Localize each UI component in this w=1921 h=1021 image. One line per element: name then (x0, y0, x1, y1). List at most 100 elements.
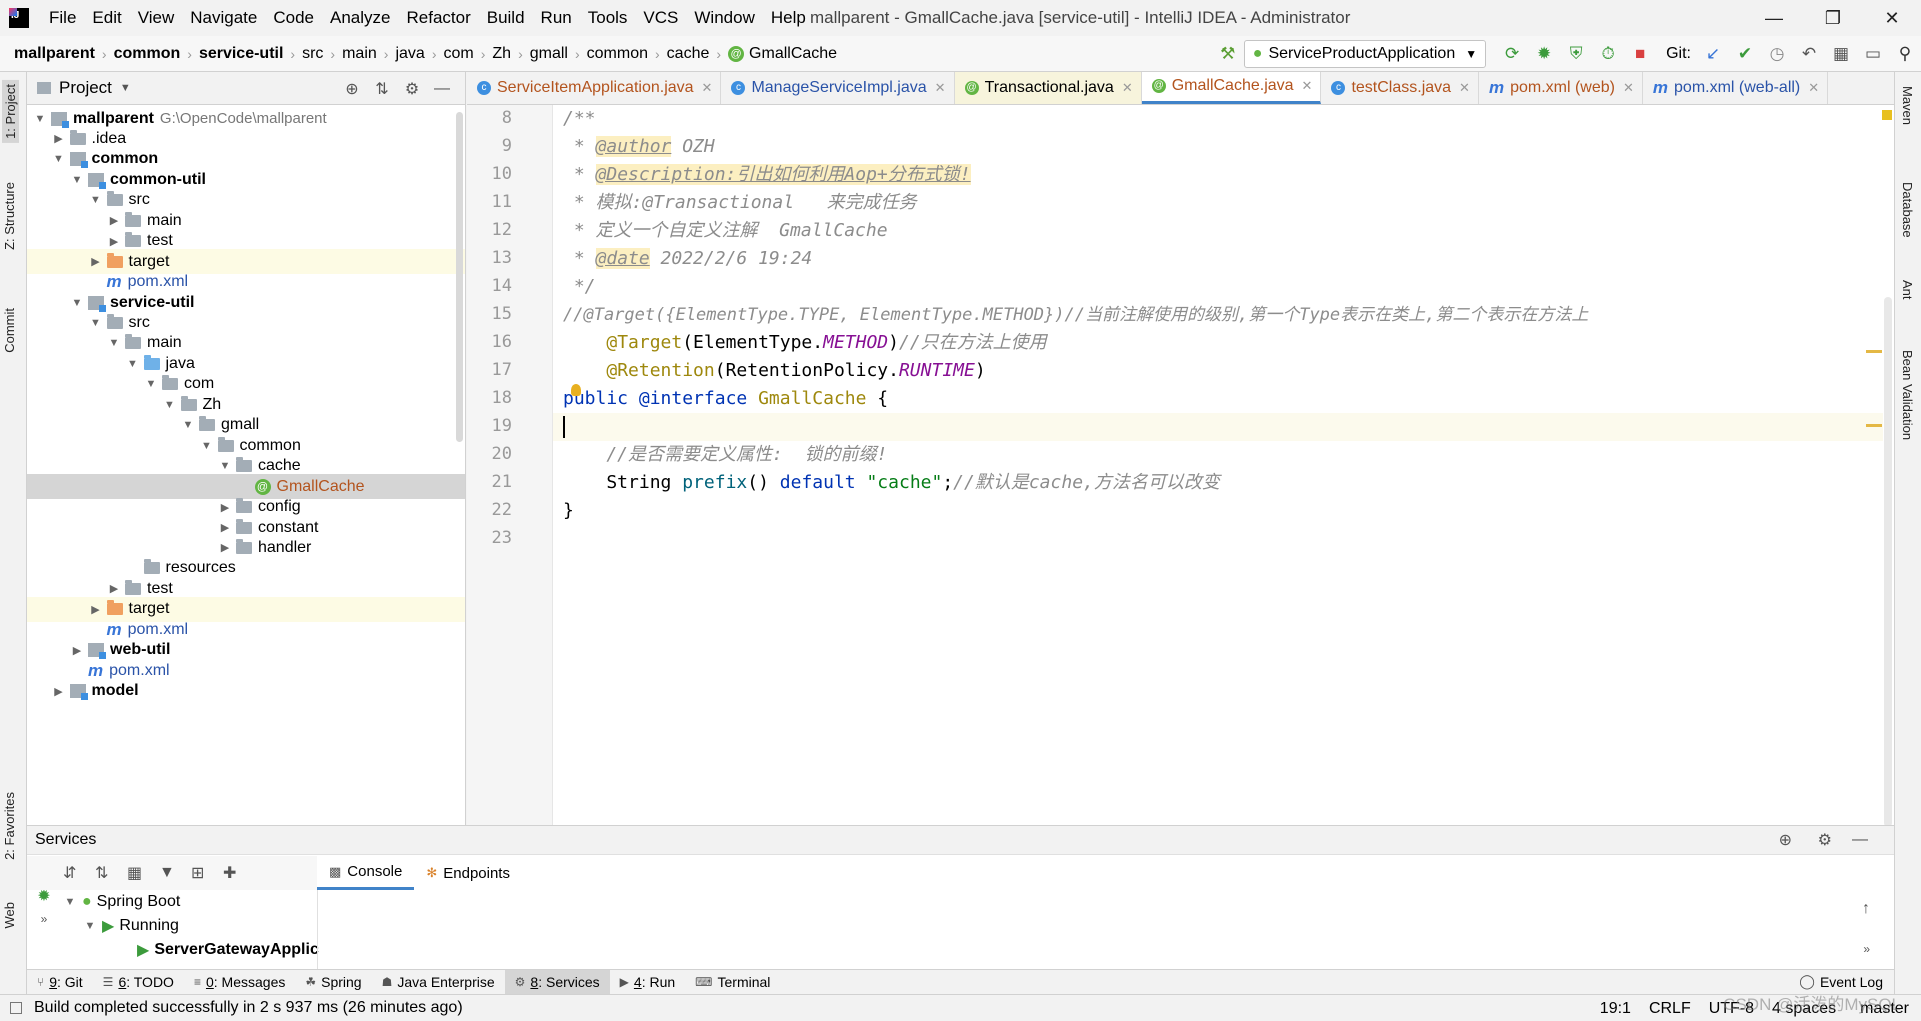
git-rollback-icon[interactable]: ↶ (1795, 40, 1823, 68)
chevron-right-icon[interactable]: ▶ (107, 235, 121, 248)
menu-file[interactable]: File (41, 0, 84, 36)
breadcrumb-item[interactable]: main (342, 45, 377, 63)
caret-position[interactable]: 19:1 (1600, 1000, 1631, 1018)
menu-window[interactable]: Window (686, 0, 762, 36)
chevron-down-icon[interactable]: ▼ (107, 337, 121, 349)
editor-tab[interactable]: m pom.xml (web) ✕ (1479, 72, 1643, 104)
chevron-down-icon[interactable]: ▼ (218, 460, 232, 472)
menu-vcs[interactable]: VCS (635, 0, 686, 36)
tab-structure[interactable]: Z: Structure (2, 182, 17, 250)
warning-stripe-icon[interactable] (1882, 110, 1892, 120)
chevron-right-icon[interactable]: ▶ (52, 132, 66, 145)
tool-window-button[interactable]: ⑂ 9: Git (27, 970, 93, 995)
hide-icon[interactable]: — (427, 80, 457, 98)
editor-tab[interactable]: @ Transactional.java ✕ (954, 72, 1142, 104)
collapse-all-icon[interactable]: ⇅ (367, 79, 397, 99)
tab-console[interactable]: ▩ Console (317, 856, 415, 890)
profile-icon[interactable]: ⏱ (1594, 40, 1622, 68)
code-area[interactable]: /** * @author OZH * @Description:引出如何利用A… (553, 105, 1883, 825)
tool-window-button[interactable]: ☰ 6: TODO (93, 970, 184, 995)
chevron-right-icon[interactable]: ▶ (218, 541, 232, 554)
menu-view[interactable]: View (130, 0, 183, 36)
restore-button[interactable]: ❐ (1804, 0, 1862, 36)
tool-window-button[interactable]: ⌨ Terminal (685, 970, 780, 995)
error-stripe-marker[interactable] (1866, 350, 1882, 353)
chevron-down-icon[interactable]: ▼ (144, 378, 158, 390)
globe-icon[interactable]: ⊕ (1779, 830, 1792, 850)
breadcrumb-item[interactable]: src (302, 45, 323, 63)
menu-navigate[interactable]: Navigate (182, 0, 265, 36)
breadcrumb-item[interactable]: @ GmallCache (728, 45, 837, 63)
editor-scrollbar[interactable] (1884, 297, 1892, 827)
menu-help[interactable]: Help (763, 0, 814, 36)
breadcrumb-item[interactable]: service-util (199, 45, 283, 63)
chevron-right-icon[interactable]: ▶ (218, 521, 232, 534)
search-icon[interactable]: ⚲ (1891, 40, 1919, 68)
expand-all-icon[interactable]: ⇵ (63, 863, 95, 883)
tree-item-gateway[interactable]: ▶ ServerGatewayApplic (137, 938, 319, 962)
breadcrumb-item[interactable]: mallparent (14, 45, 95, 63)
chevron-right-icon[interactable]: ▶ (89, 603, 103, 616)
tree-item-running[interactable]: ▼ ▶ Running (83, 914, 179, 938)
gear-icon[interactable]: ⚙ (397, 79, 427, 99)
error-stripe-marker[interactable] (1866, 424, 1882, 427)
menu-build[interactable]: Build (479, 0, 533, 36)
breadcrumb-item[interactable]: com (443, 45, 473, 63)
chevron-right-icon[interactable]: ▶ (89, 255, 103, 268)
git-history-icon[interactable]: ◷ (1763, 40, 1791, 68)
tab-maven[interactable]: Maven (1900, 86, 1915, 125)
stop-icon[interactable]: ■ (1626, 40, 1654, 68)
run-configuration-select[interactable]: ● ServiceProductApplication ▼ (1243, 40, 1487, 68)
breadcrumb-item[interactable]: gmall (530, 45, 568, 63)
chevron-right-icon[interactable]: ▶ (107, 582, 121, 595)
chevron-down-icon[interactable]: ▼ (200, 440, 214, 452)
status-toggle-icon[interactable] (10, 1002, 22, 1014)
breadcrumb-item[interactable]: java (395, 45, 424, 63)
tab-project[interactable]: 1: Project (2, 80, 19, 143)
breadcrumb-item[interactable]: common (587, 45, 648, 63)
tab-database[interactable]: Database (1900, 182, 1915, 238)
chevron-down-icon[interactable]: ▼ (70, 297, 84, 309)
tool-window-button[interactable]: ☗ Java Enterprise (372, 970, 505, 995)
close-icon[interactable]: ✕ (702, 80, 713, 96)
breadcrumb-item[interactable]: common (114, 45, 181, 63)
tab-favorites[interactable]: 2: Favorites (2, 792, 17, 860)
build-hammer-icon[interactable]: ⚒ (1214, 40, 1242, 68)
chevron-down-icon[interactable]: ▼ (89, 194, 103, 206)
tool-window-button[interactable]: ▶ 4: Run (610, 970, 686, 995)
tool-window-button[interactable]: ≡ 0: Messages (184, 970, 295, 995)
menu-refactor[interactable]: Refactor (398, 0, 478, 36)
tab-web[interactable]: Web (2, 902, 17, 929)
gear-icon[interactable]: ⚙ (1818, 830, 1832, 850)
tab-commit[interactable]: Commit (2, 308, 17, 353)
close-icon[interactable]: ✕ (935, 80, 946, 96)
filter-icon[interactable]: ▼ (159, 864, 191, 882)
breadcrumb-item[interactable]: Zh (492, 45, 511, 63)
git-update-icon[interactable]: ↙ (1699, 40, 1727, 68)
new-tab-icon[interactable]: ⊞ (191, 863, 223, 883)
close-icon[interactable]: ✕ (1623, 80, 1634, 96)
locate-icon[interactable]: ⊕ (337, 79, 367, 99)
hide-icon[interactable]: — (1852, 831, 1868, 849)
tab-ant[interactable]: Ant (1900, 280, 1915, 300)
scroll-up-icon[interactable]: ↑ (1862, 900, 1870, 918)
close-icon[interactable]: ✕ (1122, 80, 1133, 96)
close-button[interactable]: ✕ (1863, 0, 1921, 36)
chevron-down-icon[interactable]: ▼ (163, 399, 177, 411)
menu-analyze[interactable]: Analyze (322, 0, 398, 36)
chevron-right-icon[interactable]: ▶ (107, 214, 121, 227)
project-panel-title[interactable]: Project (59, 78, 112, 98)
editor-tab[interactable]: c ServiceItemApplication.java ✕ (467, 72, 722, 104)
menu-tools[interactable]: Tools (580, 0, 636, 36)
chevron-right-icon[interactable]: ▶ (70, 644, 84, 657)
chevron-down-icon[interactable]: ▼ (70, 174, 84, 186)
menu-code[interactable]: Code (265, 0, 322, 36)
tool-window-button[interactable]: ☘ Spring (295, 970, 371, 995)
editor-tab[interactable]: c testClass.java ✕ (1321, 72, 1479, 104)
close-icon[interactable]: ✕ (1302, 78, 1313, 94)
project-structure-icon[interactable]: ▦ (1827, 40, 1855, 68)
chevron-right-icon[interactable]: ▶ (52, 685, 66, 698)
breadcrumb-item[interactable]: cache (667, 45, 710, 63)
menu-run[interactable]: Run (533, 0, 580, 36)
menu-edit[interactable]: Edit (84, 0, 129, 36)
